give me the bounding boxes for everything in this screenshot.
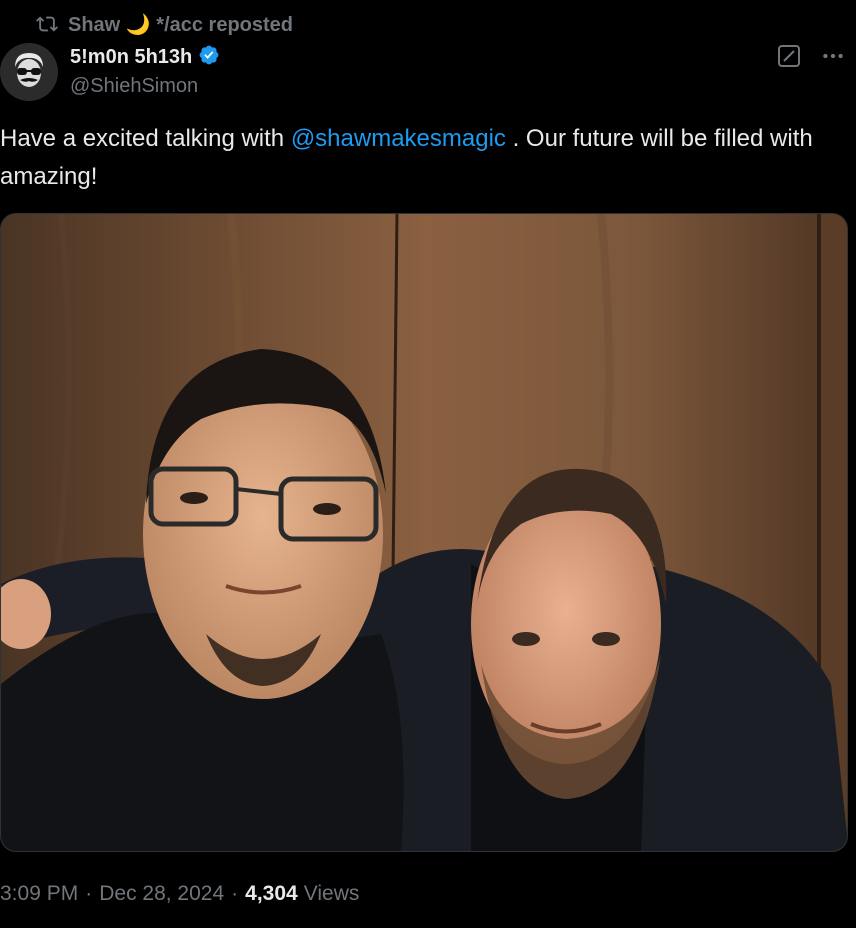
tweet-date[interactable]: Dec 28, 2024 bbox=[99, 882, 224, 906]
verified-badge-icon[interactable] bbox=[198, 44, 220, 71]
reposter-link[interactable]: Shaw 🌙 */acc reposted bbox=[68, 12, 293, 37]
reposter-name: Shaw bbox=[68, 13, 121, 36]
tweet-header-actions bbox=[776, 43, 846, 69]
meta-separator: · bbox=[231, 882, 239, 905]
grok-icon[interactable] bbox=[776, 43, 802, 69]
meta-separator: · bbox=[85, 882, 93, 905]
views-label: Views bbox=[303, 882, 360, 905]
avatar[interactable] bbox=[0, 43, 58, 101]
tweet-text-before: Have a excited talking with bbox=[0, 125, 291, 152]
author-display-name[interactable]: 5!m0n 5h13h bbox=[70, 46, 192, 69]
mention-link[interactable]: @shawmakesmagic bbox=[291, 125, 506, 152]
repost-suffix: */acc reposted bbox=[156, 13, 294, 36]
reposter-emoji: 🌙 bbox=[125, 13, 151, 36]
views-count: 4,304 bbox=[245, 882, 298, 905]
tweet-meta: 3:09 PM · Dec 28, 2024 · 4,304 Views bbox=[0, 878, 359, 910]
author-block: 5!m0n 5h13h @ShiehSimon bbox=[70, 43, 220, 98]
repost-icon bbox=[36, 13, 58, 35]
more-options-icon[interactable] bbox=[820, 43, 846, 69]
tweet-time[interactable]: 3:09 PM bbox=[0, 882, 78, 906]
author-handle[interactable]: @ShiehSimon bbox=[70, 75, 220, 98]
social-context: Shaw 🌙 */acc reposted bbox=[36, 10, 293, 38]
tweet-text: Have a excited talking with @shawmakesma… bbox=[0, 120, 850, 196]
tweet-photo[interactable] bbox=[0, 213, 848, 852]
